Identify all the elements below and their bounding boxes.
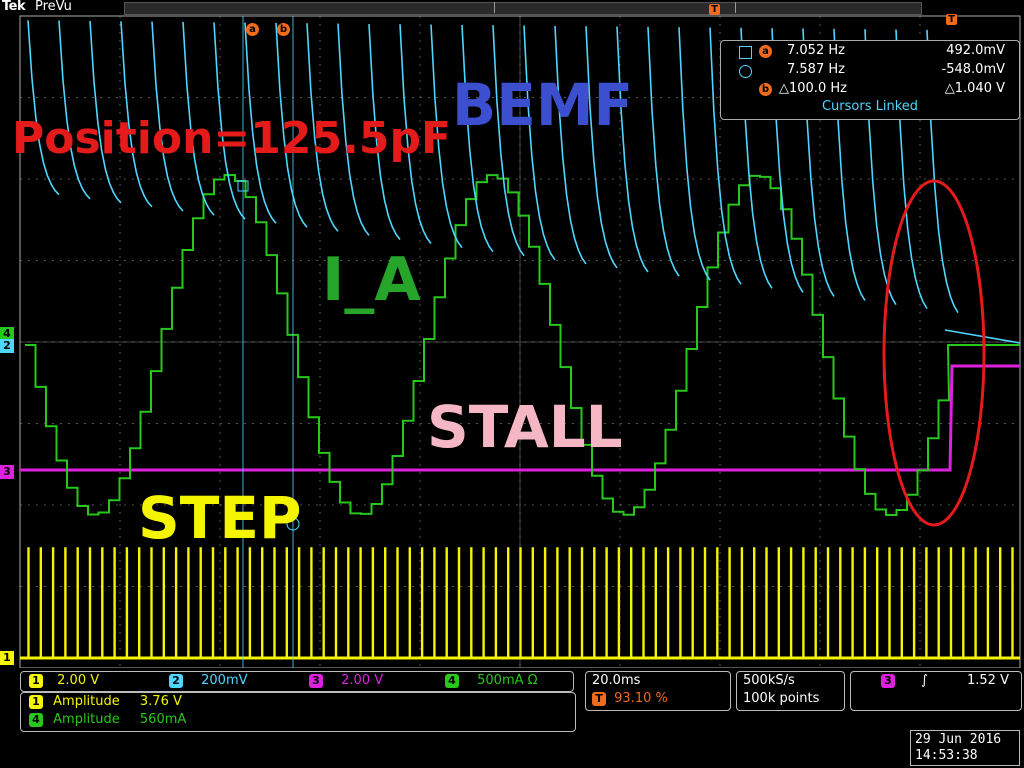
cursor-a-icon: a	[759, 45, 772, 58]
ch1-ground-marker[interactable]: 1	[0, 651, 14, 665]
ch1-icon: 1	[29, 694, 43, 709]
timebase-panel[interactable]: 20.0ms T 93.10 %	[585, 671, 731, 711]
cursor-delta-voltage: △1.040 V	[944, 81, 1005, 96]
ch4-scale[interactable]: 4 500mA Ω	[445, 673, 538, 688]
cursor-b-icon: b	[759, 83, 772, 96]
trigger-icon: T	[592, 691, 606, 706]
trigger-source: 3	[881, 673, 895, 688]
ch2-icon: 2	[169, 673, 183, 688]
ch1-icon: 1	[29, 673, 43, 688]
ch2-scale-value: 200mV	[201, 673, 248, 688]
measurement-value: 3.76 V	[139, 694, 182, 709]
measurement-name: Amplitude	[53, 712, 120, 727]
measurement-row[interactable]: 1 Amplitude 3.76 V	[29, 694, 182, 709]
cursor-b-marker[interactable]: b	[277, 23, 290, 36]
trigger-slope-icon: ∫	[921, 673, 928, 688]
measurement-name: Amplitude	[53, 694, 120, 709]
time: 14:53:38	[915, 748, 978, 763]
cursor-a-marker[interactable]: a	[246, 23, 259, 36]
ch2-ground-marker[interactable]: 2	[0, 339, 14, 353]
trigger-panel[interactable]: 3 ∫ 1.52 V	[850, 671, 1022, 711]
current-label: I_A	[322, 245, 421, 315]
cursor-readout-panel[interactable]: a 7.052 Hz 492.0mV 7.587 Hz -548.0mV b △…	[720, 40, 1020, 120]
channel-scales-panel[interactable]: 1 2.00 V 2 200mV 3 2.00 V 4 500mA Ω	[20, 671, 574, 692]
sample-rate: 500kS/s	[743, 673, 795, 688]
measurement-value: 560mA	[139, 712, 187, 727]
trigger-position-value: 93.10 %	[614, 691, 668, 706]
ch3-ground-marker[interactable]: 3	[0, 465, 14, 479]
cursor-square-icon	[739, 46, 752, 59]
ch4-current-trace	[25, 174, 1020, 516]
ch1-scale-value: 2.00 V	[57, 673, 100, 688]
horizontal-scale: 20.0ms	[592, 673, 641, 688]
trigger-point-marker[interactable]: T	[946, 14, 957, 25]
cursor-a-frequency: 7.052 Hz	[787, 43, 845, 58]
stall-highlight-ellipse	[882, 179, 986, 527]
record-length: 100k points	[743, 691, 820, 706]
datetime-display: 29 Jun 2016 14:53:38	[910, 730, 1020, 766]
ch4-icon: 4	[29, 712, 43, 727]
position-annotation: Position=125.5pF	[12, 113, 452, 164]
measurements-panel[interactable]: 1 Amplitude 3.76 V 4 Amplitude 560mA	[20, 692, 576, 732]
ch1-scale[interactable]: 1 2.00 V	[29, 673, 99, 688]
step-label: STEP	[138, 484, 302, 552]
cursor-circle-icon	[739, 65, 752, 78]
ch4-scale-value: 500mA Ω	[477, 673, 538, 688]
ch4-icon: 4	[445, 673, 459, 688]
ch3-scale-value: 2.00 V	[341, 673, 384, 688]
cursor-b-voltage: -548.0mV	[941, 62, 1005, 77]
ch3-icon: 3	[309, 673, 323, 688]
trigger-position: T 93.10 %	[592, 691, 668, 706]
cursors-linked-status: Cursors Linked	[821, 99, 919, 114]
oscilloscope-screen: Tek PreVu a b T T 4 2 3 1 Position=125.5…	[0, 0, 1024, 768]
ch2-scale[interactable]: 2 200mV	[169, 673, 248, 688]
trigger-position-marker[interactable]: T	[709, 4, 720, 15]
trigger-level: 1.52 V	[967, 673, 1009, 688]
stall-label: STALL	[427, 393, 623, 461]
bemf-label: BEMF	[452, 71, 634, 139]
ch3-icon: 3	[881, 673, 895, 688]
cursor-b-frequency: 7.587 Hz	[787, 62, 845, 77]
ch3-scale[interactable]: 3 2.00 V	[309, 673, 383, 688]
measurement-row[interactable]: 4 Amplitude 560mA	[29, 712, 186, 727]
acquisition-panel[interactable]: 500kS/s 100k points	[736, 671, 845, 711]
cursor-delta-frequency: △100.0 Hz	[779, 81, 847, 96]
cursor-a-voltage: 492.0mV	[946, 43, 1005, 58]
ch1-step-trace	[20, 547, 1020, 659]
date: 29 Jun 2016	[915, 732, 1002, 747]
